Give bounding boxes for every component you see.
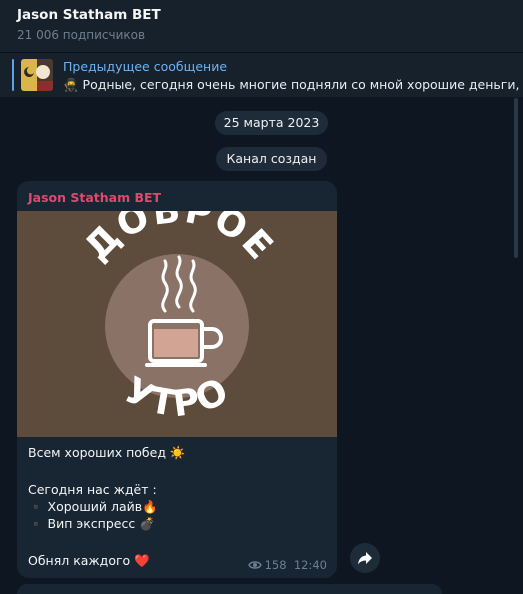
message-line: Всем хороших побед ☀️: [28, 445, 186, 460]
pinned-thumbnail: [21, 59, 53, 91]
message-author[interactable]: Jason Statham BET: [28, 190, 161, 205]
pinned-message-bar[interactable]: Предыдущее сообщение 🥷 Родные, сегодня о…: [0, 53, 523, 97]
message-line: ▪️ Вип экспресс 💣: [28, 516, 155, 531]
eye-icon: [247, 559, 262, 573]
message-line: Сегодня нас ждёт :: [28, 482, 157, 497]
message-meta: 158 12:40: [247, 558, 327, 573]
channel-header[interactable]: Jason Statham BET 21 006 подписчиков: [0, 0, 523, 53]
scrollbar[interactable]: [514, 98, 518, 258]
date-separator: 25 марта 2023: [215, 111, 328, 135]
pinned-title: Предыдущее сообщение: [63, 59, 228, 74]
pinned-accent-bar: [12, 59, 14, 91]
subscriber-count: 21 006 подписчиков: [17, 28, 146, 42]
message-line: Обнял каждого ❤️: [28, 553, 150, 568]
share-button[interactable]: [350, 543, 380, 573]
next-message-bubble[interactable]: [17, 584, 442, 594]
message-line: ▪️ Хороший лайв🔥: [28, 499, 158, 514]
pinned-preview-text: 🥷 Родные, сегодня очень многие подняли с…: [63, 77, 523, 92]
service-message-channel-created: Канал создан: [216, 147, 327, 171]
view-count: 158: [264, 558, 287, 572]
message-time: 12:40: [293, 558, 327, 572]
channel-title: Jason Statham BET: [17, 7, 161, 23]
message-image[interactable]: ДОБРОЕ УТРО: [17, 211, 337, 437]
message-bubble[interactable]: Jason Statham BET ДОБРОЕ УТРО Всем хорош…: [17, 181, 337, 578]
share-arrow-icon: [358, 552, 372, 565]
